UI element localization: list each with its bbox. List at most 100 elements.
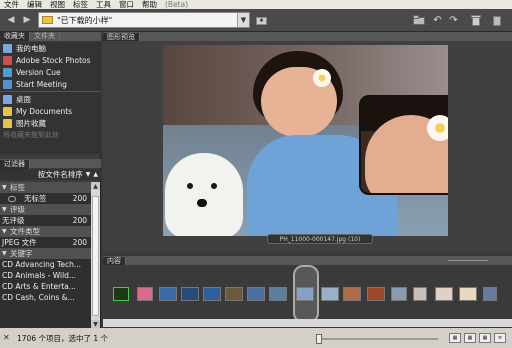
content-header: 内容 <box>103 256 512 266</box>
filter-list: ▼ 标签 无标签 200 ▼ 评级 无评级 200 ▼ 文件类型 JPEG 文件… <box>0 182 91 328</box>
thumbnail[interactable] <box>137 287 153 301</box>
bin-icon[interactable] <box>490 14 503 26</box>
fav-label: Start Meeting <box>16 79 67 89</box>
filter-label: 无评级 <box>2 216 25 225</box>
fav-label: 桌面 <box>16 94 31 104</box>
sort-direction-icon[interactable]: ▲ <box>93 171 98 178</box>
favorites-list: 我的电脑 Adobe Stock Photos Version Cue Star… <box>0 42 101 154</box>
preview-image[interactable] <box>163 45 448 236</box>
content-strip <box>103 265 512 328</box>
go-up-icon[interactable] <box>255 14 268 26</box>
scroll-down-icon[interactable]: ▼ <box>91 320 100 328</box>
filter-label: 关键字 <box>10 249 33 258</box>
filter-label: CD Arts & Enterta... <box>2 282 76 291</box>
filter-item-no-label[interactable]: 无标签 200 <box>0 193 91 204</box>
fav-label: Version Cue <box>16 67 61 77</box>
view-list-icon[interactable]: ≡ <box>494 333 506 343</box>
tab-favorites[interactable]: 收藏夹 <box>0 32 30 41</box>
filter-label: 评级 <box>10 205 25 214</box>
path-dropdown[interactable]: "已下载的小样" ▼ <box>38 12 250 28</box>
fav-item-version-cue[interactable]: Version Cue <box>0 66 101 78</box>
computer-icon <box>3 43 12 53</box>
thumbnail[interactable] <box>159 287 177 301</box>
fav-item-pictures[interactable]: 图片收藏 <box>0 117 101 129</box>
tab-folders[interactable]: 文件夹 <box>30 32 60 41</box>
documents-folder-icon <box>3 106 12 116</box>
thumbnail[interactable] <box>225 287 243 301</box>
new-folder-icon[interactable] <box>412 14 425 26</box>
filter-item-keyword[interactable]: CD Animals - Wild... <box>0 270 91 281</box>
sort-chevron-icon[interactable]: ▼ <box>86 171 91 178</box>
thumbnail[interactable] <box>435 287 453 301</box>
thumbnail[interactable] <box>269 287 287 301</box>
thumbnail[interactable] <box>113 287 129 301</box>
menu-view[interactable]: 视图 <box>46 0 69 9</box>
chevron-down-icon[interactable]: ▼ <box>237 13 249 27</box>
thumbnail[interactable] <box>181 287 199 301</box>
divider <box>448 260 488 261</box>
thumbnail[interactable] <box>321 287 339 301</box>
thumbnail[interactable] <box>343 287 361 301</box>
sort-label: 按文件名排序 <box>37 170 83 179</box>
thumbnail[interactable] <box>459 287 477 301</box>
fav-item-my-documents[interactable]: My Documents <box>0 105 101 117</box>
rotate-left-icon[interactable]: ↶ <box>431 14 444 26</box>
thumbnail[interactable] <box>391 287 407 301</box>
view-details-icon[interactable]: ▦ <box>479 333 491 343</box>
filter-item-keyword[interactable]: CD Arts & Enterta... <box>0 281 91 292</box>
trash-icon[interactable] <box>469 14 482 26</box>
left-panel: 收藏夹 文件夹 我的电脑 Adobe Stock Photos Version … <box>0 32 101 328</box>
tab-filter[interactable]: 过滤器 <box>0 160 30 169</box>
scroll-up-icon[interactable]: ▲ <box>91 182 100 190</box>
fav-hint-text: 将收藏夹拖到此处 <box>3 131 59 139</box>
slider-knob[interactable] <box>316 334 322 344</box>
menu-label[interactable]: 标签 <box>69 0 92 9</box>
menu-file[interactable]: 文件 <box>0 0 23 9</box>
thumbnail[interactable] <box>203 287 221 301</box>
thumbnail[interactable] <box>247 287 265 301</box>
fav-label: 图片收藏 <box>16 118 46 128</box>
loupe-magnifier[interactable] <box>359 95 448 195</box>
forward-icon[interactable]: ▶ <box>20 13 34 27</box>
loupe-flower <box>427 115 448 141</box>
fav-item-desktop[interactable]: 桌面 <box>0 93 101 105</box>
filter-item-no-rating[interactable]: 无评级 200 <box>0 215 91 226</box>
rotate-right-icon[interactable]: ↷ <box>447 14 460 26</box>
content-scrollbar[interactable] <box>103 319 512 327</box>
filter-item-keyword[interactable]: CD Advancing Tech... <box>0 259 91 270</box>
preview-panel: PH_11000-000147.jpg (10) <box>103 41 512 253</box>
menu-window[interactable]: 窗口 <box>115 0 138 9</box>
pin-icon[interactable]: ✕ <box>3 334 11 342</box>
thumbnail[interactable] <box>413 287 427 301</box>
thumbnail[interactable] <box>483 287 497 301</box>
fav-item-start-meeting[interactable]: Start Meeting <box>0 78 101 90</box>
thumbnail[interactable] <box>367 287 385 301</box>
filter-category-filetype[interactable]: ▼ 文件类型 <box>0 226 91 237</box>
menu-tools[interactable]: 工具 <box>92 0 115 9</box>
filter-category-keywords[interactable]: ▼ 关键字 <box>0 248 91 259</box>
back-icon[interactable]: ◀ <box>4 13 18 27</box>
filter-category-rating[interactable]: ▼ 评级 <box>0 204 91 215</box>
filter-label: 无标签 <box>24 194 47 203</box>
filter-category-label[interactable]: ▼ 标签 <box>0 182 91 193</box>
filter-label: 标签 <box>10 183 25 192</box>
left-tabs: 收藏夹 文件夹 <box>0 32 101 41</box>
fav-item-stock-photos[interactable]: Adobe Stock Photos <box>0 54 101 66</box>
expand-triangle-icon: ▼ <box>2 184 7 191</box>
photo-flower <box>313 69 331 87</box>
fav-item-computer[interactable]: 我的电脑 <box>0 42 101 54</box>
thumbnail-selected[interactable] <box>296 287 314 301</box>
status-text: 1706 个项目，选中了 1 个 <box>17 333 109 343</box>
filter-item-keyword[interactable]: CD Cash, Coins &... <box>0 292 91 303</box>
expand-triangle-icon: ▼ <box>2 250 7 257</box>
menu-edit[interactable]: 编辑 <box>23 0 46 9</box>
filter-header: 过滤器 <box>0 159 101 169</box>
menu-help[interactable]: 帮助 <box>138 0 161 9</box>
scroll-thumb[interactable] <box>92 196 99 316</box>
filter-scrollbar[interactable]: ▲ ▼ <box>91 182 100 328</box>
view-grid-icon[interactable]: ▦ <box>449 333 461 343</box>
filter-item-jpeg[interactable]: JPEG 文件 200 <box>0 237 91 248</box>
thumbnail-size-slider[interactable] <box>316 334 438 344</box>
view-filmstrip-icon[interactable]: ▦ <box>464 333 476 343</box>
sort-control[interactable]: 按文件名排序 ▼ ▲ <box>0 169 101 180</box>
